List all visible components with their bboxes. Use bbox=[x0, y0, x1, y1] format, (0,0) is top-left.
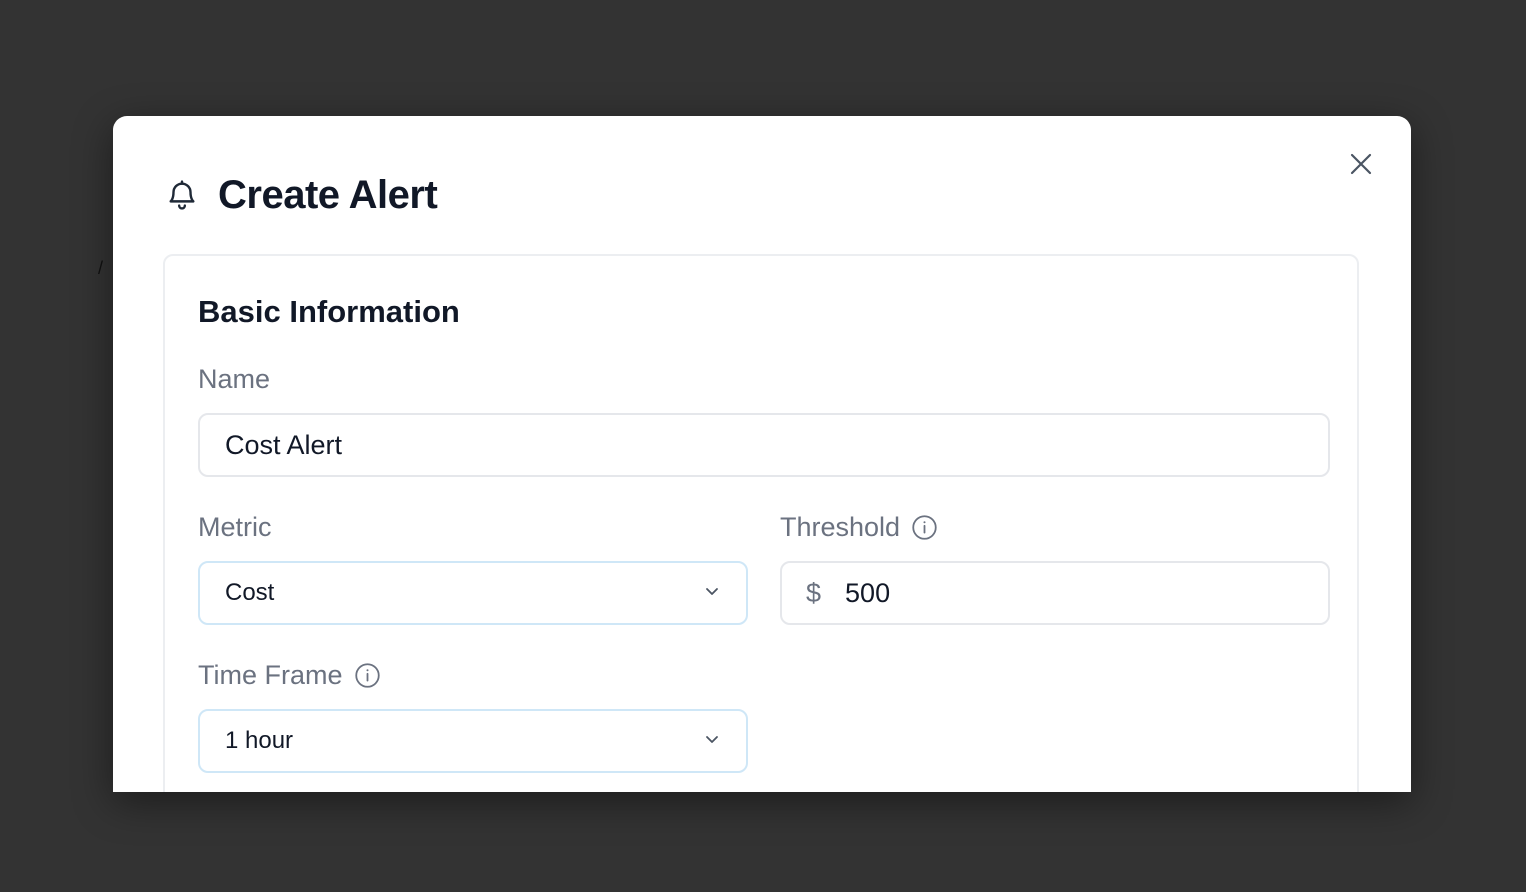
modal-title: Create Alert bbox=[218, 172, 438, 217]
create-alert-modal: Create Alert Basic Information Name Cost… bbox=[113, 116, 1411, 792]
metric-label: Metric bbox=[198, 512, 272, 543]
threshold-label: Threshold bbox=[780, 512, 938, 543]
background-text: / bbox=[98, 258, 104, 278]
time-frame-selected-value: 1 hour bbox=[225, 727, 294, 754]
currency-symbol: $ bbox=[806, 577, 822, 608]
time-frame-label: Time Frame bbox=[198, 660, 381, 691]
bell-icon bbox=[165, 178, 199, 212]
threshold-input-value: 500 bbox=[845, 577, 891, 608]
name-input[interactable]: Cost Alert bbox=[198, 413, 1330, 477]
threshold-label-text: Threshold bbox=[780, 512, 901, 542]
threshold-input[interactable]: $ 500 bbox=[780, 561, 1330, 625]
info-icon[interactable] bbox=[354, 662, 381, 689]
time-frame-select[interactable]: 1 hour bbox=[198, 709, 748, 773]
name-label: Name bbox=[198, 364, 270, 395]
time-frame-label-text: Time Frame bbox=[198, 660, 343, 690]
chevron-down-icon bbox=[704, 583, 720, 604]
info-icon[interactable] bbox=[911, 514, 938, 541]
close-icon bbox=[1349, 152, 1373, 181]
metric-select[interactable]: Cost bbox=[198, 561, 748, 625]
modal-header: Create Alert bbox=[165, 170, 438, 220]
metric-label-text: Metric bbox=[198, 512, 272, 542]
basic-information-card: Basic Information Name Cost Alert Metric… bbox=[163, 254, 1359, 792]
chevron-down-icon bbox=[704, 731, 720, 752]
section-title: Basic Information bbox=[198, 294, 460, 329]
metric-selected-value: Cost bbox=[225, 579, 275, 606]
close-button[interactable] bbox=[1345, 150, 1377, 182]
name-input-value: Cost Alert bbox=[225, 429, 343, 460]
name-label-text: Name bbox=[198, 364, 271, 394]
